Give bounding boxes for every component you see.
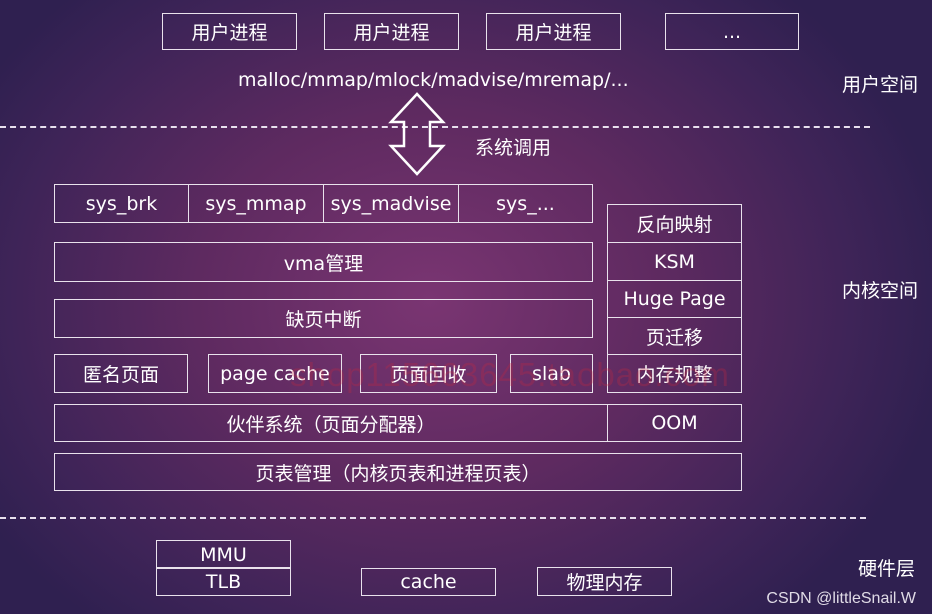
- anonymous-page-box: 匿名页面: [54, 354, 188, 393]
- reverse-mapping-box: 反向映射: [607, 204, 742, 243]
- memory-compaction-box: 内存规整: [607, 354, 742, 393]
- kernel-hardware-divider: [0, 517, 866, 519]
- page-migration-box: 页迁移: [607, 317, 742, 355]
- mmu-box: MMU: [156, 540, 291, 569]
- vma-management-box: vma管理: [54, 242, 593, 282]
- double-arrow-icon: [388, 92, 446, 176]
- ksm-box: KSM: [607, 242, 742, 281]
- page-table-box: 页表管理（内核页表和进程页表）: [54, 453, 742, 491]
- syscall-sys-mmap: sys_mmap: [189, 185, 324, 222]
- user-api-text: malloc/mmap/mlock/madvise/mremap/...: [238, 69, 629, 91]
- tlb-box: TLB: [156, 567, 291, 596]
- user-process-box-1: 用户进程: [162, 13, 297, 50]
- syscall-row: sys_brk sys_mmap sys_madvise sys_...: [54, 184, 593, 223]
- user-process-box-2: 用户进程: [324, 13, 459, 50]
- oom-box: OOM: [607, 404, 742, 442]
- cache-box: cache: [361, 568, 496, 596]
- syscall-label: 系统调用: [475, 137, 552, 159]
- user-process-box-more: ...: [665, 13, 799, 50]
- syscall-sys-more: sys_...: [496, 192, 555, 215]
- kernel-space-label: 内核空间: [842, 280, 919, 302]
- credit-text: CSDN @littleSnail.W: [766, 590, 916, 607]
- huge-page-box: Huge Page: [607, 280, 742, 318]
- page-cache-box: page cache: [208, 354, 342, 393]
- syscall-sys-brk: sys_brk: [55, 185, 189, 222]
- syscall-sys-madvise: sys_madvise: [324, 185, 459, 222]
- user-process-box-3: 用户进程: [486, 13, 621, 50]
- page-fault-box: 缺页中断: [54, 299, 593, 338]
- user-space-label: 用户空间: [842, 74, 919, 96]
- physical-memory-box: 物理内存: [537, 567, 672, 596]
- hardware-label: 硬件层: [858, 558, 916, 580]
- buddy-system-box: 伙伴系统（页面分配器）: [54, 404, 608, 442]
- page-reclaim-box: 页面回收: [360, 354, 497, 393]
- slab-box: slab: [510, 354, 593, 393]
